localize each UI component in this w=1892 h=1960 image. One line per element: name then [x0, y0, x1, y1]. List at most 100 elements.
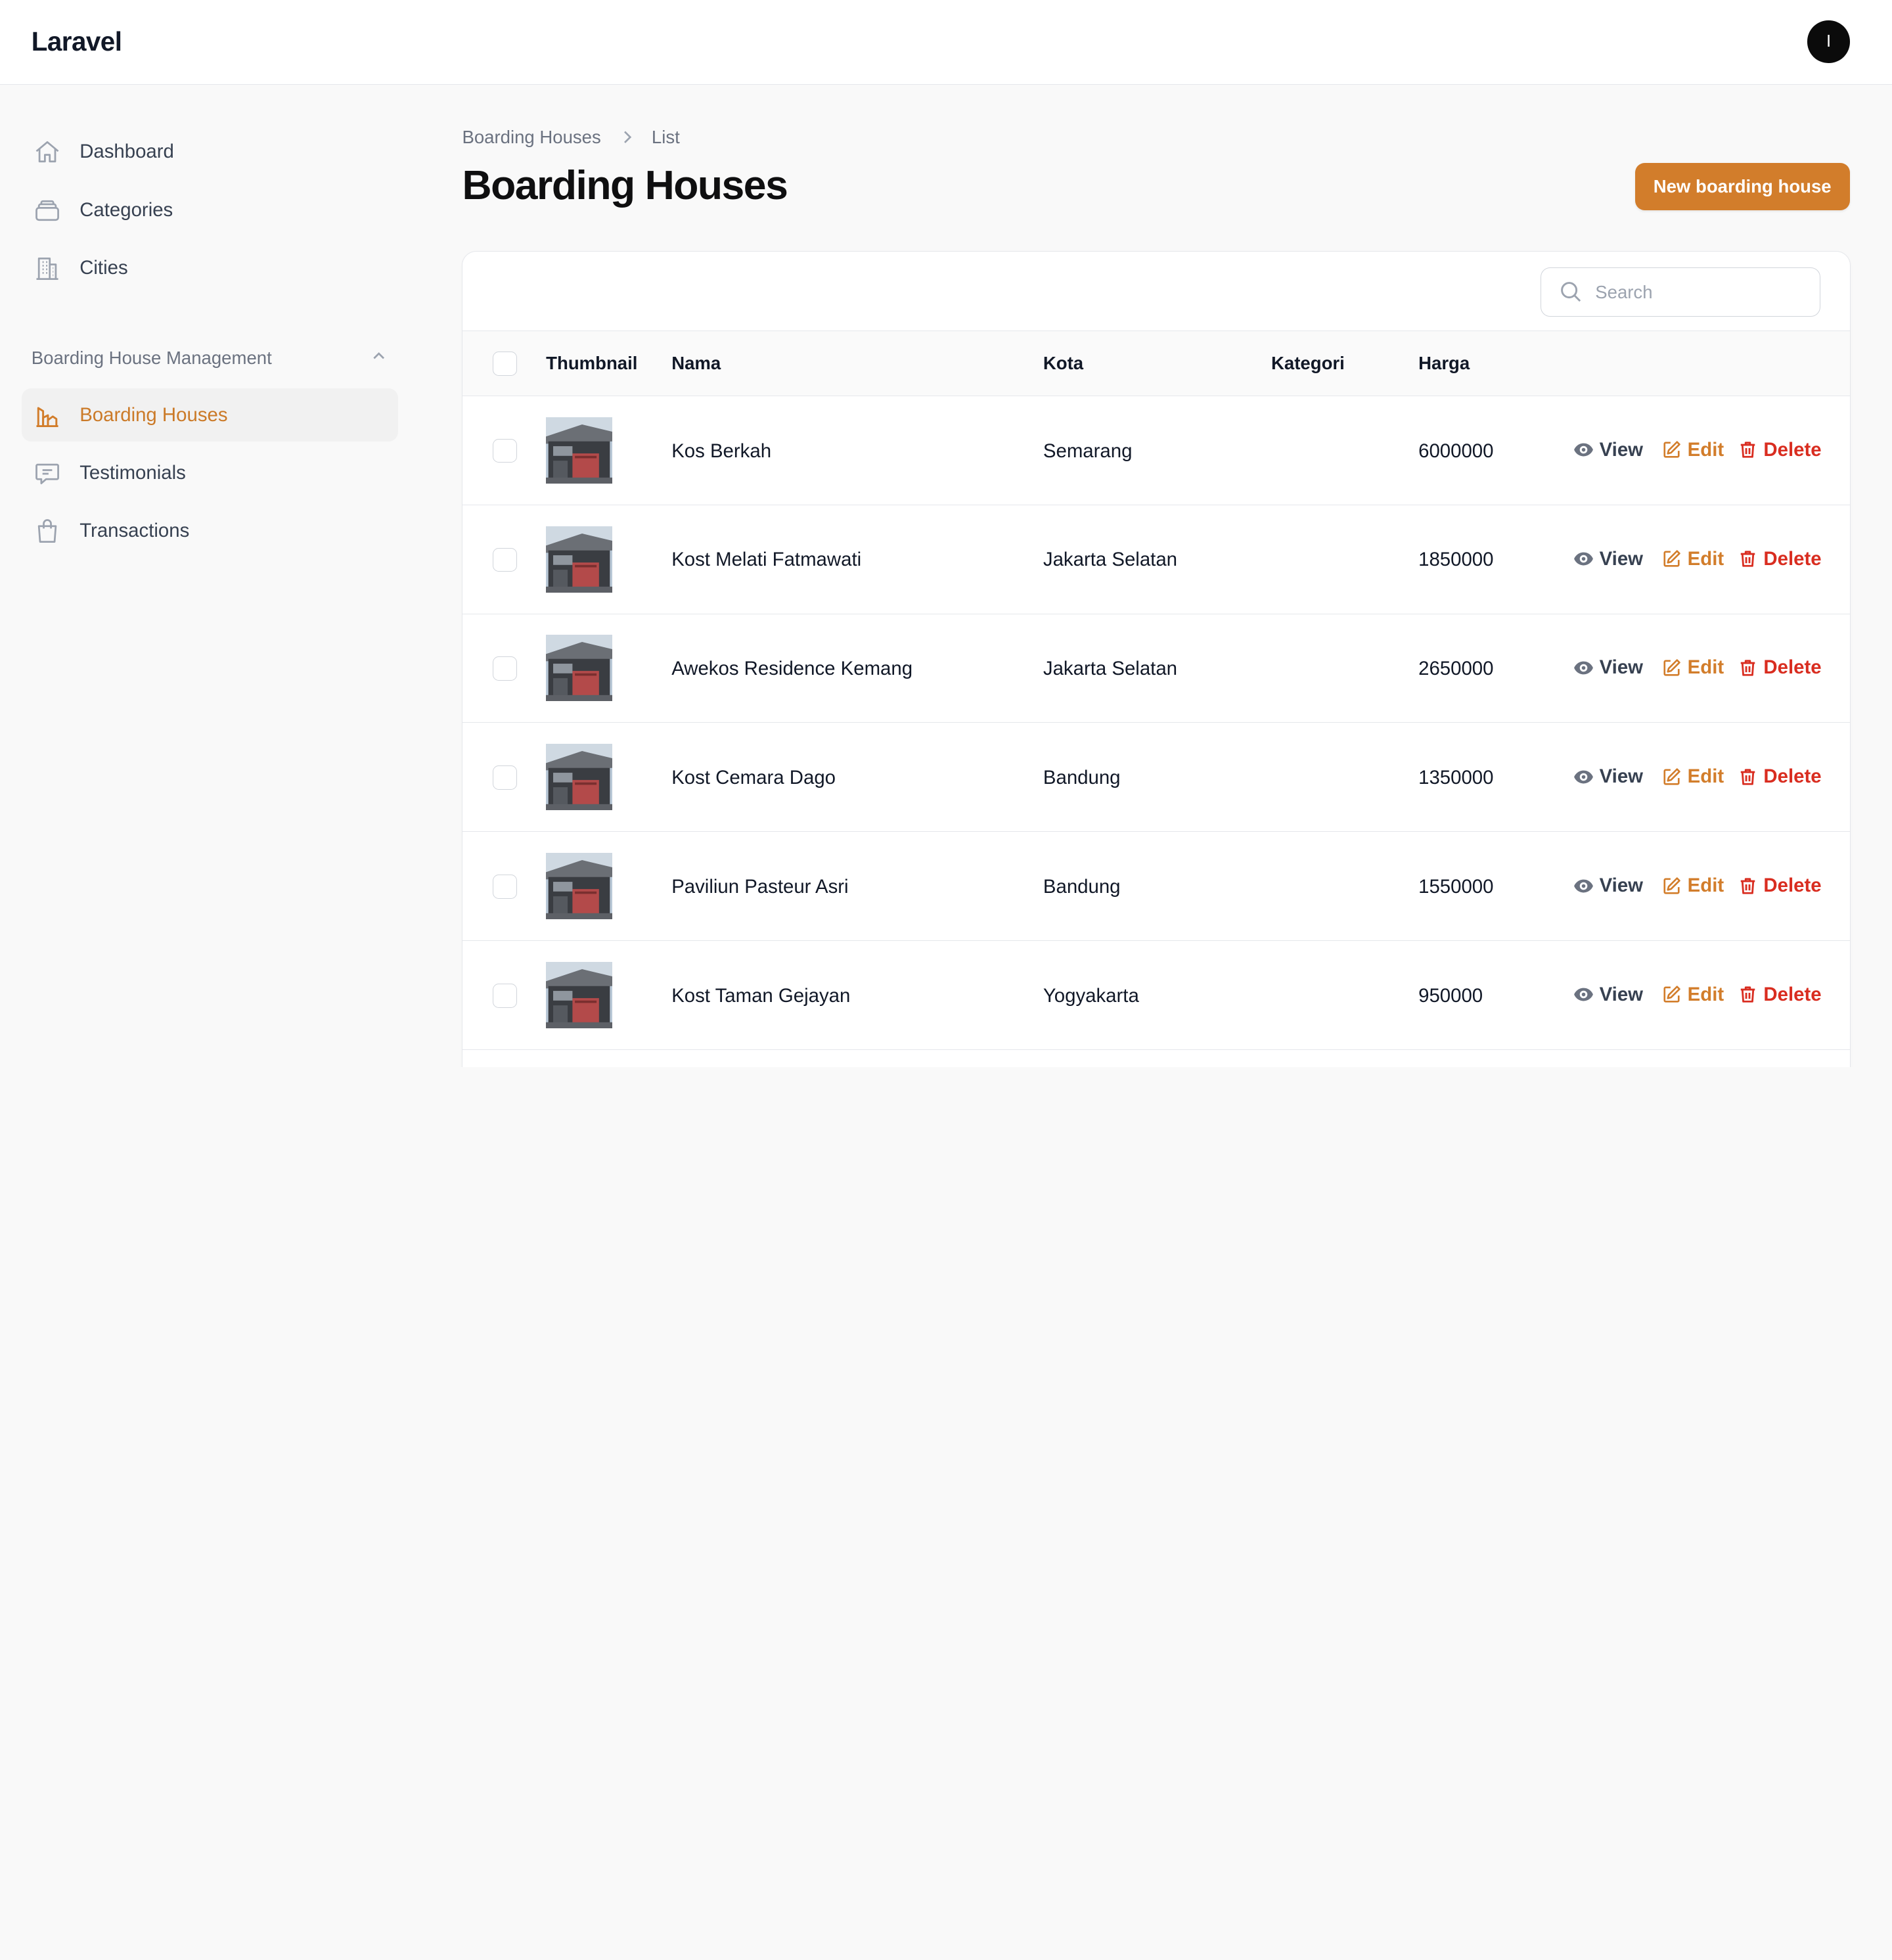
pencil-square-icon [1661, 766, 1687, 788]
view-button[interactable]: View [1573, 765, 1643, 788]
cell-kota: Jakarta Selatan [1043, 549, 1178, 571]
view-button[interactable]: View [1573, 875, 1643, 897]
sidebar-item-testimonials[interactable]: Testimonials [22, 447, 398, 500]
view-label: View [1599, 983, 1644, 1005]
delete-button[interactable]: Delete [1737, 875, 1822, 897]
row-checkbox[interactable] [493, 547, 518, 572]
table-toolbar [462, 252, 1851, 332]
edit-label: Edit [1687, 547, 1724, 570]
sidebar-item-label: Dashboard [79, 141, 174, 163]
table-row: Kost Cemara Dago Bandung 1350000 View Edit De… [462, 723, 1851, 832]
column-header-nama[interactable]: Nama [671, 353, 721, 374]
table-row: Paviliun Pasteur Asri Bandung 1550000 View E… [462, 832, 1851, 942]
eye-icon [1573, 875, 1599, 897]
home-icon [33, 137, 62, 166]
delete-button[interactable]: Delete [1737, 656, 1822, 679]
view-button[interactable]: View [1573, 439, 1643, 461]
edit-label: Edit [1687, 438, 1724, 461]
sidebar-item-categories[interactable]: Categories [22, 183, 398, 237]
table-row: Kos Berkah Semarang 6000000 View Edit Delete [462, 396, 1851, 505]
edit-button[interactable]: Edit [1661, 875, 1724, 897]
sidebar-item-label: Categories [79, 198, 173, 221]
user-avatar[interactable]: I [1807, 20, 1850, 63]
cell-kota: Semarang [1043, 440, 1133, 462]
cell-nama: Kos Berkah [671, 440, 772, 462]
column-header-harga[interactable]: Harga [1418, 353, 1470, 374]
sidebar-item-dashboard[interactable]: Dashboard [22, 125, 398, 179]
eye-icon [1573, 548, 1599, 570]
trash-icon [1737, 548, 1763, 570]
edit-button[interactable]: Edit [1661, 765, 1724, 788]
new-boarding-house-button[interactable]: New boarding house [1634, 162, 1850, 210]
breadcrumb-parent[interactable]: Boarding Houses [462, 127, 600, 148]
cell-nama: Paviliun Pasteur Asri [671, 875, 849, 898]
trash-icon [1737, 439, 1763, 461]
row-checkbox[interactable] [493, 875, 518, 899]
sidebar-item-label: Cities [79, 256, 128, 279]
sidebar-group-toggle[interactable]: Boarding House Management [32, 346, 389, 371]
eye-icon [1573, 766, 1599, 788]
row-checkbox[interactable] [493, 983, 518, 1008]
trash-icon [1737, 657, 1763, 679]
cell-harga: 1550000 [1418, 875, 1494, 898]
pencil-square-icon [1661, 984, 1687, 1005]
delete-button[interactable]: Delete [1737, 984, 1822, 1006]
view-button[interactable]: View [1573, 548, 1643, 570]
chart-building-icon [33, 401, 62, 430]
top-bar: Laravel I [0, 0, 1892, 85]
eye-icon [1573, 657, 1599, 679]
delete-button[interactable]: Delete [1737, 439, 1822, 461]
view-label: View [1599, 438, 1644, 461]
sidebar-item-label: Boarding Houses [79, 403, 228, 426]
edit-button[interactable]: Edit [1661, 439, 1724, 461]
cell-kota: Bandung [1043, 875, 1121, 898]
delete-label: Delete [1763, 547, 1822, 570]
view-button[interactable]: View [1573, 984, 1643, 1006]
delete-label: Delete [1763, 983, 1822, 1005]
building-icon [33, 254, 62, 283]
cell-kota: Bandung [1043, 767, 1121, 789]
thumbnail-image [546, 853, 613, 920]
cell-harga: 2650000 [1418, 658, 1494, 680]
search-box[interactable] [1540, 267, 1820, 317]
delete-button[interactable]: Delete [1737, 765, 1822, 788]
brand-logo[interactable]: Laravel [32, 26, 122, 57]
edit-button[interactable]: Edit [1661, 548, 1724, 570]
search-input[interactable] [1595, 281, 1801, 303]
cell-harga: 6000000 [1418, 440, 1494, 462]
cell-nama: Awekos Residence Kemang [671, 658, 913, 680]
delete-button[interactable]: Delete [1737, 548, 1822, 570]
edit-label: Edit [1687, 656, 1724, 679]
view-button[interactable]: View [1573, 656, 1643, 679]
thumbnail-image [546, 526, 613, 593]
thumbnail-image [546, 417, 613, 484]
select-all-checkbox[interactable] [493, 352, 518, 376]
thumbnail-image [546, 961, 613, 1028]
edit-button[interactable]: Edit [1661, 656, 1724, 679]
page-title: Boarding Houses [462, 162, 788, 209]
view-label: View [1599, 547, 1644, 570]
breadcrumb: Boarding Houses List [462, 127, 679, 148]
sidebar-item-boarding-houses[interactable]: Boarding Houses [22, 388, 399, 442]
edit-button[interactable]: Edit [1661, 984, 1724, 1006]
sidebar: Dashboard Categories Cities Boarding Hou… [0, 85, 420, 1066]
delete-label: Delete [1763, 765, 1822, 788]
sidebar-item-cities[interactable]: Cities [22, 241, 398, 294]
row-checkbox[interactable] [493, 438, 518, 463]
edit-label: Edit [1687, 983, 1724, 1005]
thumbnail-image [546, 635, 613, 702]
row-checkbox[interactable] [493, 656, 518, 681]
trash-icon [1737, 875, 1763, 897]
eye-icon [1573, 984, 1599, 1005]
app-root: Laravel I Dashboard Categories Cities Bo… [0, 0, 1892, 1067]
column-header-kategori[interactable]: Kategori [1271, 353, 1345, 374]
sidebar-item-transactions[interactable]: Transactions [22, 505, 398, 558]
pencil-square-icon [1661, 439, 1687, 461]
row-checkbox[interactable] [493, 765, 518, 790]
sidebar-group-label: Boarding House Management [31, 348, 272, 369]
column-header-kota[interactable]: Kota [1043, 353, 1083, 374]
trash-icon [1737, 984, 1763, 1005]
eye-icon [1573, 439, 1599, 461]
cell-nama: Kost Cemara Dago [671, 767, 836, 789]
cell-kota: Jakarta Selatan [1043, 658, 1178, 680]
